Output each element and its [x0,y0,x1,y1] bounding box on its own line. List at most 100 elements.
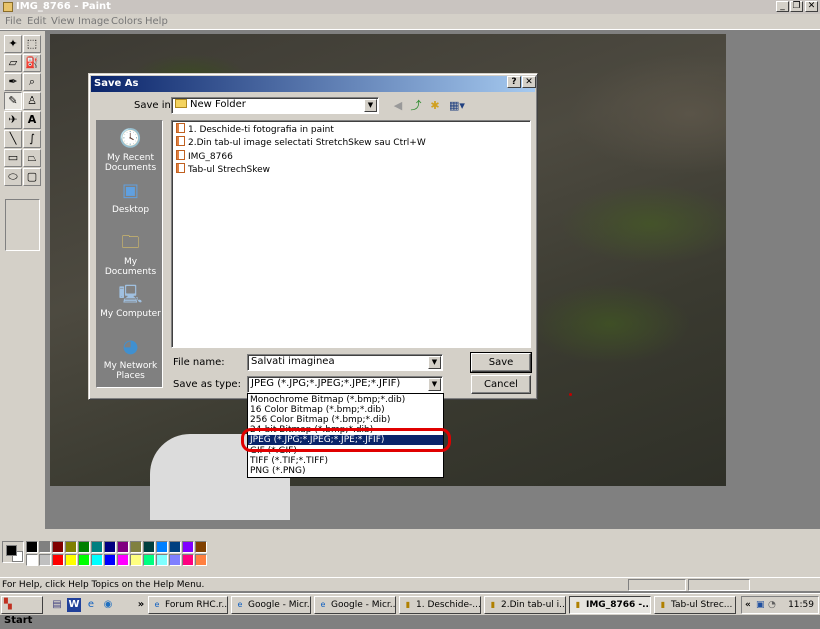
color-swatch[interactable] [156,554,168,566]
color-swatch[interactable] [65,541,77,553]
type-option[interactable]: Monochrome Bitmap (*.bmp;*.dib) [248,395,443,405]
taskbar-button[interactable]: ▮ 2.Din tab-ul i... [484,596,566,614]
color-swatch[interactable] [169,541,181,553]
minimize-button[interactable]: _ [776,1,789,12]
color-swatch[interactable] [52,554,64,566]
color-swatch[interactable] [39,554,51,566]
color-swatch[interactable] [195,541,207,553]
restore-button[interactable]: ❐ [790,1,803,12]
color-swatch[interactable] [130,541,142,553]
dialog-close-button[interactable]: ✕ [522,76,536,88]
close-button[interactable]: ✕ [805,1,818,12]
pick-color-tool[interactable]: ✒ [4,73,22,91]
color-swatch[interactable] [169,554,181,566]
ie-icon[interactable]: e [84,598,98,612]
word-icon[interactable]: W [67,598,81,612]
new-folder-icon[interactable]: ✱ [427,98,443,114]
taskbar-button[interactable]: e Google - Micr... [231,596,311,614]
curve-tool[interactable]: ∫ [23,130,41,148]
airbrush-tool[interactable]: ✈ [4,111,22,129]
file-item[interactable]: IMG_8766 [176,150,233,163]
taskbar-button[interactable]: ▮ Tab-ul Strec... [654,596,736,614]
ellipse-tool[interactable]: ⬭ [4,168,22,186]
quicklaunch-overflow-button[interactable]: » [134,598,148,612]
file-item[interactable]: 2.Din tab-ul image selectati StretchSkew… [176,136,426,149]
place-my-documents[interactable]: 🗀 My Documents [97,231,164,277]
file-item[interactable]: 1. Deschide-ti fotografia in paint [176,123,334,136]
color-swatch[interactable] [26,541,38,553]
text-tool[interactable]: A [23,111,41,129]
color-swatch[interactable] [91,541,103,553]
current-colors[interactable] [2,541,24,563]
paint-app-icon[interactable] [3,2,13,12]
color-swatch[interactable] [39,541,51,553]
chevron-down-icon[interactable]: ▼ [364,99,377,112]
color-swatch[interactable] [65,554,77,566]
menu-view[interactable]: View [51,16,75,27]
menu-file[interactable]: File [5,16,22,27]
save-in-dropdown[interactable]: New Folder ▼ [171,97,379,114]
color-swatch[interactable] [182,541,194,553]
views-menu-icon[interactable]: ▦▾ [446,98,468,114]
cancel-button[interactable]: Cancel [471,375,531,394]
volume-icon[interactable]: ◔ [768,597,776,613]
taskbar-button[interactable]: e Forum RHC.r... [148,596,228,614]
color-swatch[interactable] [104,541,116,553]
select-tool[interactable]: ⬚ [23,35,41,53]
color-swatch[interactable] [91,554,103,566]
pencil-tool[interactable]: ✎ [4,92,22,110]
color-swatch[interactable] [78,554,90,566]
color-swatch[interactable] [130,554,142,566]
start-button[interactable]: ▚ Start [1,596,43,626]
line-tool[interactable]: ╲ [4,130,22,148]
menu-edit[interactable]: Edit [27,16,46,27]
chevron-down-icon[interactable]: ▼ [428,356,441,369]
menu-colors[interactable]: Colors [111,16,142,27]
eraser-tool[interactable]: ▱ [4,54,22,72]
color-swatch[interactable] [117,554,129,566]
media-icon[interactable]: ◉ [101,598,115,612]
magnifier-tool[interactable]: ⌕ [23,73,41,91]
menu-help[interactable]: Help [145,16,168,27]
rounded-rectangle-tool[interactable]: ▢ [23,168,41,186]
file-name-field[interactable]: Salvati imaginea ▼ [247,354,443,371]
place-my-network-places[interactable]: ◕ My Network Places [97,335,164,381]
fill-with-color-tool[interactable]: ⛽ [23,54,41,72]
clock[interactable]: 11:59 [788,597,814,613]
type-option[interactable]: TIFF (*.TIF;*.TIFF) [248,456,443,466]
color-swatch[interactable] [117,541,129,553]
save-button[interactable]: Save [470,352,532,373]
color-swatch[interactable] [143,541,155,553]
taskbar-button[interactable]: ▮ 1. Deschide-... [399,596,481,614]
color-swatch[interactable] [104,554,116,566]
file-list[interactable]: 1. Deschide-ti fotografia in paint 2.Din… [171,120,531,348]
color-swatch[interactable] [156,541,168,553]
polygon-tool[interactable]: ⏢ [23,149,41,167]
menu-image[interactable]: Image [78,16,109,27]
taskbar-button-active[interactable]: ▮ IMG_8766 -... [569,596,651,614]
brush-tool[interactable]: ♙ [23,92,41,110]
rectangle-tool[interactable]: ▭ [4,149,22,167]
network-icon[interactable]: ▣ [756,597,765,613]
type-option[interactable]: 256 Color Bitmap (*.bmp;*.dib) [248,415,443,425]
place-desktop[interactable]: ▣ Desktop [97,179,164,215]
type-option[interactable]: PNG (*.PNG) [248,466,443,476]
color-swatch[interactable] [143,554,155,566]
chevron-down-icon[interactable]: ▼ [428,378,441,391]
up-one-level-icon[interactable]: ⤴ [408,98,424,114]
taskbar-button[interactable]: e Google - Micr... [314,596,396,614]
place-recent-documents[interactable]: 🕓 My Recent Documents [97,127,164,173]
dialog-help-button[interactable]: ? [507,76,521,88]
back-icon[interactable]: ◀ [390,98,406,114]
color-swatch[interactable] [182,554,194,566]
dialog-title-bar[interactable]: Save As [91,76,535,92]
tool-options-box[interactable] [5,199,40,251]
color-swatch[interactable] [195,554,207,566]
color-swatch[interactable] [26,554,38,566]
color-swatch[interactable] [52,541,64,553]
show-desktop-icon[interactable]: ▤ [50,598,64,612]
title-bar[interactable]: IMG_8766 - Paint _ ❐ ✕ [0,0,820,14]
color-swatch[interactable] [78,541,90,553]
save-as-type-dropdown[interactable]: JPEG (*.JPG;*.JPEG;*.JPE;*.JFIF) ▼ [247,376,443,393]
free-form-select-tool[interactable]: ✦ [4,35,22,53]
